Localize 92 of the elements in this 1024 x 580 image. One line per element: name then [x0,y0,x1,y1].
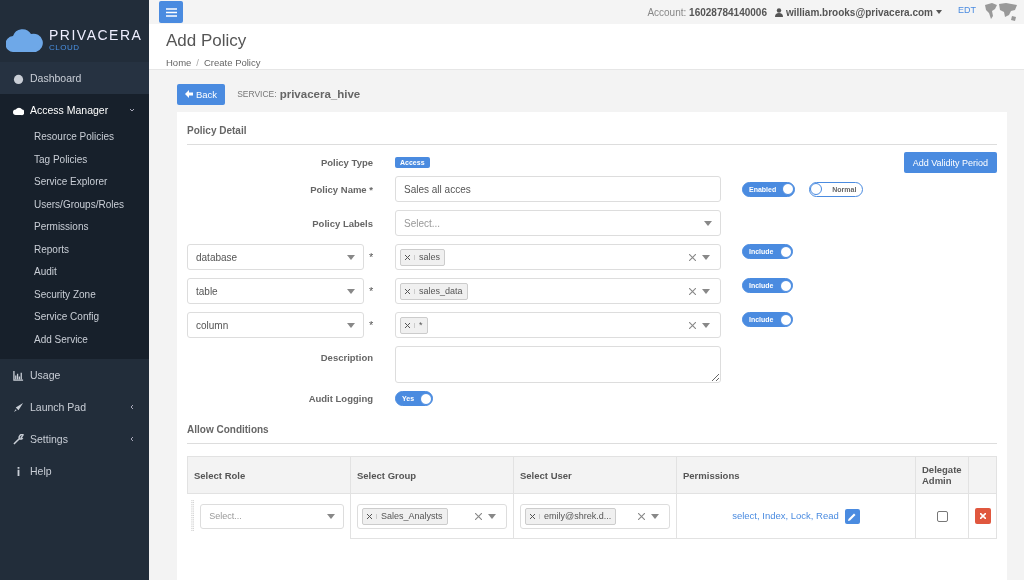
required-mark: * [368,319,375,331]
nav-item[interactable]: Access Manager [0,94,149,126]
submenu-item[interactable]: Add Service [0,328,149,351]
value-tag: emily@shrek.d... [525,507,617,525]
clear-icon[interactable] [689,321,696,329]
menu-icon [165,7,177,17]
required-mark: * [368,251,375,263]
clear-icon[interactable] [689,253,696,261]
nav-item[interactable]: Usage [0,359,149,391]
submenu-item[interactable]: Audit [0,261,149,284]
caret-icon [347,254,355,260]
caret-icon [327,513,335,519]
caret-icon [129,107,135,113]
breadcrumb-separator: / [196,57,199,69]
rocket-icon [13,401,24,413]
bar-chart-icon [13,369,24,381]
submenu-item[interactable]: Users/Groups/Roles [0,193,149,216]
timezone-label: EDT [958,5,976,15]
world-map-icon [984,2,1018,23]
logo-wordmark: PRIVACERA [49,28,143,43]
permissions-link[interactable]: select, Index, Lock, Read [732,509,839,521]
field-label: Policy Name * [309,183,374,195]
caret-icon [936,10,942,15]
service-name: privacera_hive [279,88,361,100]
submenu-item[interactable]: Service Config [0,306,149,329]
policy-name-field[interactable]: Sales all acces [395,176,721,202]
caret-icon [129,404,135,410]
caret-icon [702,322,710,328]
submenu-item[interactable]: Reports [0,238,149,261]
caret-icon [702,254,710,260]
section-title: Policy Detail [187,120,997,145]
user-icon [774,7,783,17]
caret-icon [347,322,355,328]
caret-icon [129,436,135,442]
pencil-icon [848,512,857,521]
clear-icon[interactable] [689,287,696,295]
logo-subtitle: CLOUD [49,43,81,52]
column-header: Select User [513,456,677,494]
field-label: Audit Logging [307,393,374,404]
section-title: Allow Conditions [187,419,997,444]
caret-icon [702,288,710,294]
user-menu[interactable]: william.brooks@privacera.com [774,6,942,18]
account-number: Account: 16028784140006 [647,6,767,18]
breadcrumb-link[interactable]: Create Policy [204,57,261,69]
wrench-icon [13,433,24,445]
service-label: SERVICE: [237,89,277,99]
drag-handle-icon[interactable] [190,499,195,533]
nav-item[interactable]: Help [0,455,149,487]
arrow-left-icon [185,90,193,98]
caret-icon [704,220,712,226]
submenu-item[interactable]: Service Explorer [0,171,149,194]
page-title: Add Policy [166,31,248,52]
resource-values-select[interactable]: sales_data [395,278,721,304]
description-field[interactable] [395,346,721,383]
close-icon [979,513,986,519]
resource-values-select[interactable]: sales [395,244,721,270]
column-header: Select Role [187,456,351,494]
resource-values-select[interactable]: * [395,312,721,338]
submenu-item[interactable]: Permissions [0,216,149,239]
value-tag: sales [400,248,445,266]
clear-icon[interactable] [475,512,482,520]
delete-button[interactable] [974,508,991,524]
field-label: Policy Labels [311,217,374,229]
menu-button[interactable] [159,1,183,24]
cloud-logo-icon [6,28,44,52]
resource-type-select[interactable]: column [187,312,364,338]
nav-item[interactable]: Launch Pad [0,391,149,423]
resource-type-select[interactable]: table [187,278,364,304]
required-mark: * [368,285,375,297]
breadcrumb-link[interactable]: Home [166,57,192,69]
column-header: Delegate Admin [915,456,969,494]
column-header: Permissions [676,456,916,494]
caret-icon [347,288,355,294]
submenu-item[interactable]: Resource Policies [0,126,149,149]
clear-icon[interactable] [638,512,645,520]
group-select[interactable]: Sales_Analysts [357,503,507,529]
delegate-admin-checkbox[interactable] [936,511,948,522]
submenu-item[interactable]: Tag Policies [0,148,149,171]
resource-type-select[interactable]: database [187,244,364,270]
nav-item[interactable]: Settings [0,423,149,455]
field-label: Description [319,351,374,363]
value-tag: * [400,316,428,334]
column-header: Select Group [350,456,514,494]
edit-button[interactable] [844,508,860,524]
value-tag: Sales_Analysts [362,507,448,525]
user-select[interactable]: emily@shrek.d... [520,503,670,529]
field-label: Policy Type [319,157,374,168]
caret-icon [488,513,496,519]
value-tag: sales_data [400,282,468,300]
submenu-item[interactable]: Security Zone [0,283,149,306]
nav-item[interactable]: Dashboard [0,62,149,94]
caret-icon [651,513,659,519]
